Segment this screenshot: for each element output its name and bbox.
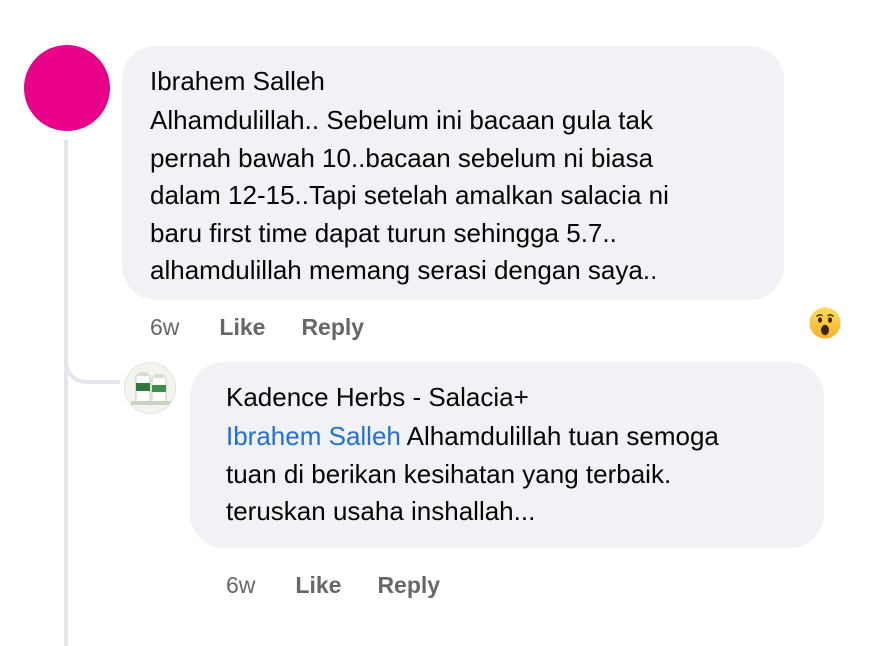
reply-text: Ibrahem Salleh Alhamdulillah tuan semoga… — [226, 418, 788, 531]
mention-link[interactable]: Ibrahem Salleh — [226, 421, 401, 451]
comment-timestamp[interactable]: 6w — [150, 314, 179, 341]
reply-text-line: Alhamdulillah tuan semoga — [400, 421, 719, 451]
reply-connector-curve — [64, 330, 120, 384]
avatar[interactable] — [24, 45, 110, 131]
reply-bubble: Kadence Herbs - Salacia+ Ibrahem Salleh … — [190, 362, 824, 548]
avatar[interactable] — [124, 362, 176, 414]
reply-text-line: tuan di berikan kesihatan yang terbaik. — [226, 458, 672, 489]
comment-text-line: pernah bawah 10..bacaan sebelum ni biasa — [150, 142, 654, 173]
reply-timestamp[interactable]: 6w — [226, 572, 255, 599]
comment-bubble: Ibrahem Salleh Alhamdulillah.. Sebelum i… — [122, 46, 784, 300]
like-button[interactable]: Like — [295, 572, 341, 599]
reply-actions: 6w Like Reply — [226, 570, 476, 600]
comment-author-name[interactable]: Ibrahem Salleh — [150, 66, 756, 96]
comment-text-line: dalam 12-15..Tapi setelah amalkan salaci… — [150, 180, 669, 210]
like-button[interactable]: Like — [219, 314, 265, 341]
reply-button[interactable]: Reply — [377, 572, 440, 599]
comment-text-line: baru first time dapat turun sehingga 5.7… — [150, 217, 617, 248]
comment-thread: Ibrahem Salleh Alhamdulillah.. Sebelum i… — [0, 0, 892, 646]
thread-connector-line — [64, 140, 68, 646]
comment-text: Alhamdulillah.. Sebelum ini bacaan gula … — [150, 102, 756, 290]
reply-button[interactable]: Reply — [301, 314, 364, 341]
comment-text-line: Alhamdulillah.. Sebelum ini bacaan gula … — [150, 105, 653, 135]
comment-text-line: alhamdulillah memang serasi dengan saya.… — [150, 255, 658, 285]
reply-author-name[interactable]: Kadence Herbs - Salacia+ — [226, 382, 788, 412]
product-bottles-icon — [125, 363, 175, 413]
comment-actions: 6w Like Reply — [150, 312, 400, 342]
wow-reaction-icon[interactable] — [808, 306, 842, 340]
reply-text-line: teruskan usaha inshallah... — [226, 496, 536, 526]
